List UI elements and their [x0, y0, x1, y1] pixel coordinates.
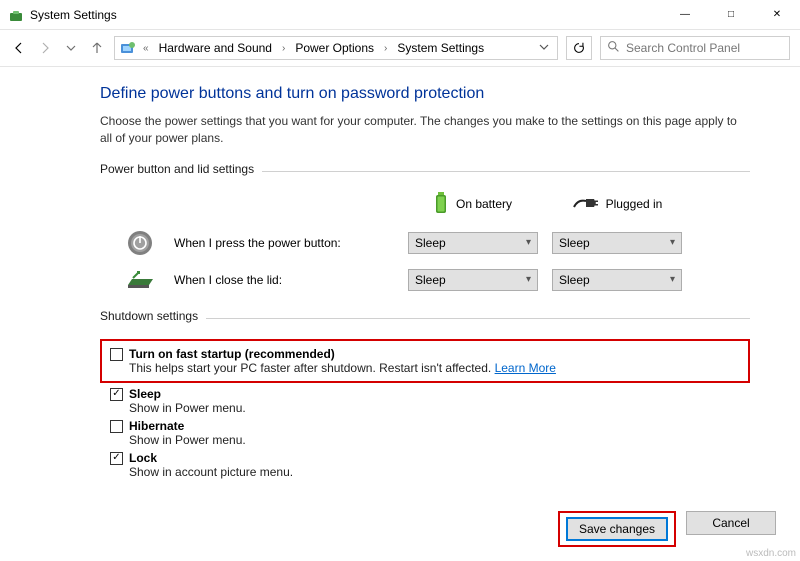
search-icon — [607, 40, 620, 56]
breadcrumb-sep: « — [141, 43, 151, 54]
save-highlight: Save changes — [558, 511, 676, 547]
app-icon — [8, 7, 24, 23]
power-button-plugged-select[interactable]: Sleep ▾ — [552, 232, 682, 254]
chevron-down-icon: ▾ — [526, 237, 531, 248]
column-header-battery: On battery — [408, 192, 538, 217]
lid-label: When I close the lid: — [174, 273, 394, 287]
page-heading: Define power buttons and turn on passwor… — [100, 85, 750, 103]
sleep-label: Sleep — [129, 387, 161, 401]
fast-startup-highlight: Turn on fast startup (recommended) This … — [100, 339, 750, 383]
power-button-icon — [120, 229, 160, 257]
window-buttons: ― □ ✕ — [662, 0, 800, 30]
lid-battery-select[interactable]: Sleep ▾ — [408, 269, 538, 291]
section-title-shutdown: Shutdown settings — [100, 309, 198, 323]
plug-icon — [572, 195, 598, 214]
save-button[interactable]: Save changes — [566, 517, 668, 541]
window-title: System Settings — [30, 8, 117, 22]
titlebar: System Settings ― □ ✕ — [0, 0, 800, 30]
chevron-down-icon: ▾ — [526, 274, 531, 285]
hibernate-label: Hibernate — [129, 419, 184, 433]
fast-startup-checkbox[interactable] — [110, 348, 123, 361]
lock-checkbox[interactable]: ✓ — [110, 452, 123, 465]
section-title-power: Power button and lid settings — [100, 162, 254, 176]
chevron-down-icon: ▾ — [670, 274, 675, 285]
breadcrumb-item[interactable]: Power Options — [291, 41, 378, 55]
address-bar[interactable]: « Hardware and Sound › Power Options › S… — [114, 36, 558, 60]
lid-plugged-select[interactable]: Sleep ▾ — [552, 269, 682, 291]
lid-icon — [120, 269, 160, 291]
refresh-button[interactable] — [566, 36, 592, 60]
column-header-plugged: Plugged in — [552, 195, 682, 214]
watermark: wsxdn.com — [746, 548, 796, 559]
breadcrumb-item[interactable]: System Settings — [393, 41, 488, 55]
minimize-button[interactable]: ― — [662, 0, 708, 30]
page-subtext: Choose the power settings that you want … — [100, 113, 750, 148]
power-button-battery-select[interactable]: Sleep ▾ — [408, 232, 538, 254]
breadcrumb-item[interactable]: Hardware and Sound — [155, 41, 276, 55]
hibernate-checkbox[interactable] — [110, 420, 123, 433]
up-button[interactable] — [88, 39, 106, 57]
navbar: « Hardware and Sound › Power Options › S… — [0, 30, 800, 67]
cancel-button[interactable]: Cancel — [686, 511, 776, 535]
maximize-button[interactable]: □ — [708, 0, 754, 30]
history-dropdown[interactable] — [62, 39, 80, 57]
power-button-label: When I press the power button: — [174, 236, 394, 250]
hibernate-desc: Show in Power menu. — [129, 433, 750, 447]
chevron-down-icon: ▾ — [670, 237, 675, 248]
search-input[interactable]: Search Control Panel — [600, 36, 790, 60]
fast-startup-desc: This helps start your PC faster after sh… — [129, 361, 740, 375]
battery-icon — [434, 192, 448, 217]
fast-startup-label: Turn on fast startup (recommended) — [129, 347, 335, 361]
sleep-checkbox[interactable]: ✓ — [110, 388, 123, 401]
search-placeholder: Search Control Panel — [626, 41, 740, 55]
chevron-right-icon: › — [280, 43, 287, 54]
sleep-desc: Show in Power menu. — [129, 401, 750, 415]
forward-button[interactable] — [36, 39, 54, 57]
close-button[interactable]: ✕ — [754, 0, 800, 30]
lock-desc: Show in account picture menu. — [129, 465, 750, 479]
lock-label: Lock — [129, 451, 157, 465]
address-dropdown[interactable] — [535, 41, 553, 55]
footer-buttons: Save changes Cancel — [0, 501, 800, 561]
back-button[interactable] — [10, 39, 28, 57]
learn-more-link[interactable]: Learn More — [495, 361, 556, 375]
control-panel-icon — [119, 39, 137, 57]
content-area: Define power buttons and turn on passwor… — [0, 67, 800, 501]
power-settings-grid: On battery Plugged in — [120, 192, 750, 291]
chevron-right-icon: › — [382, 43, 389, 54]
